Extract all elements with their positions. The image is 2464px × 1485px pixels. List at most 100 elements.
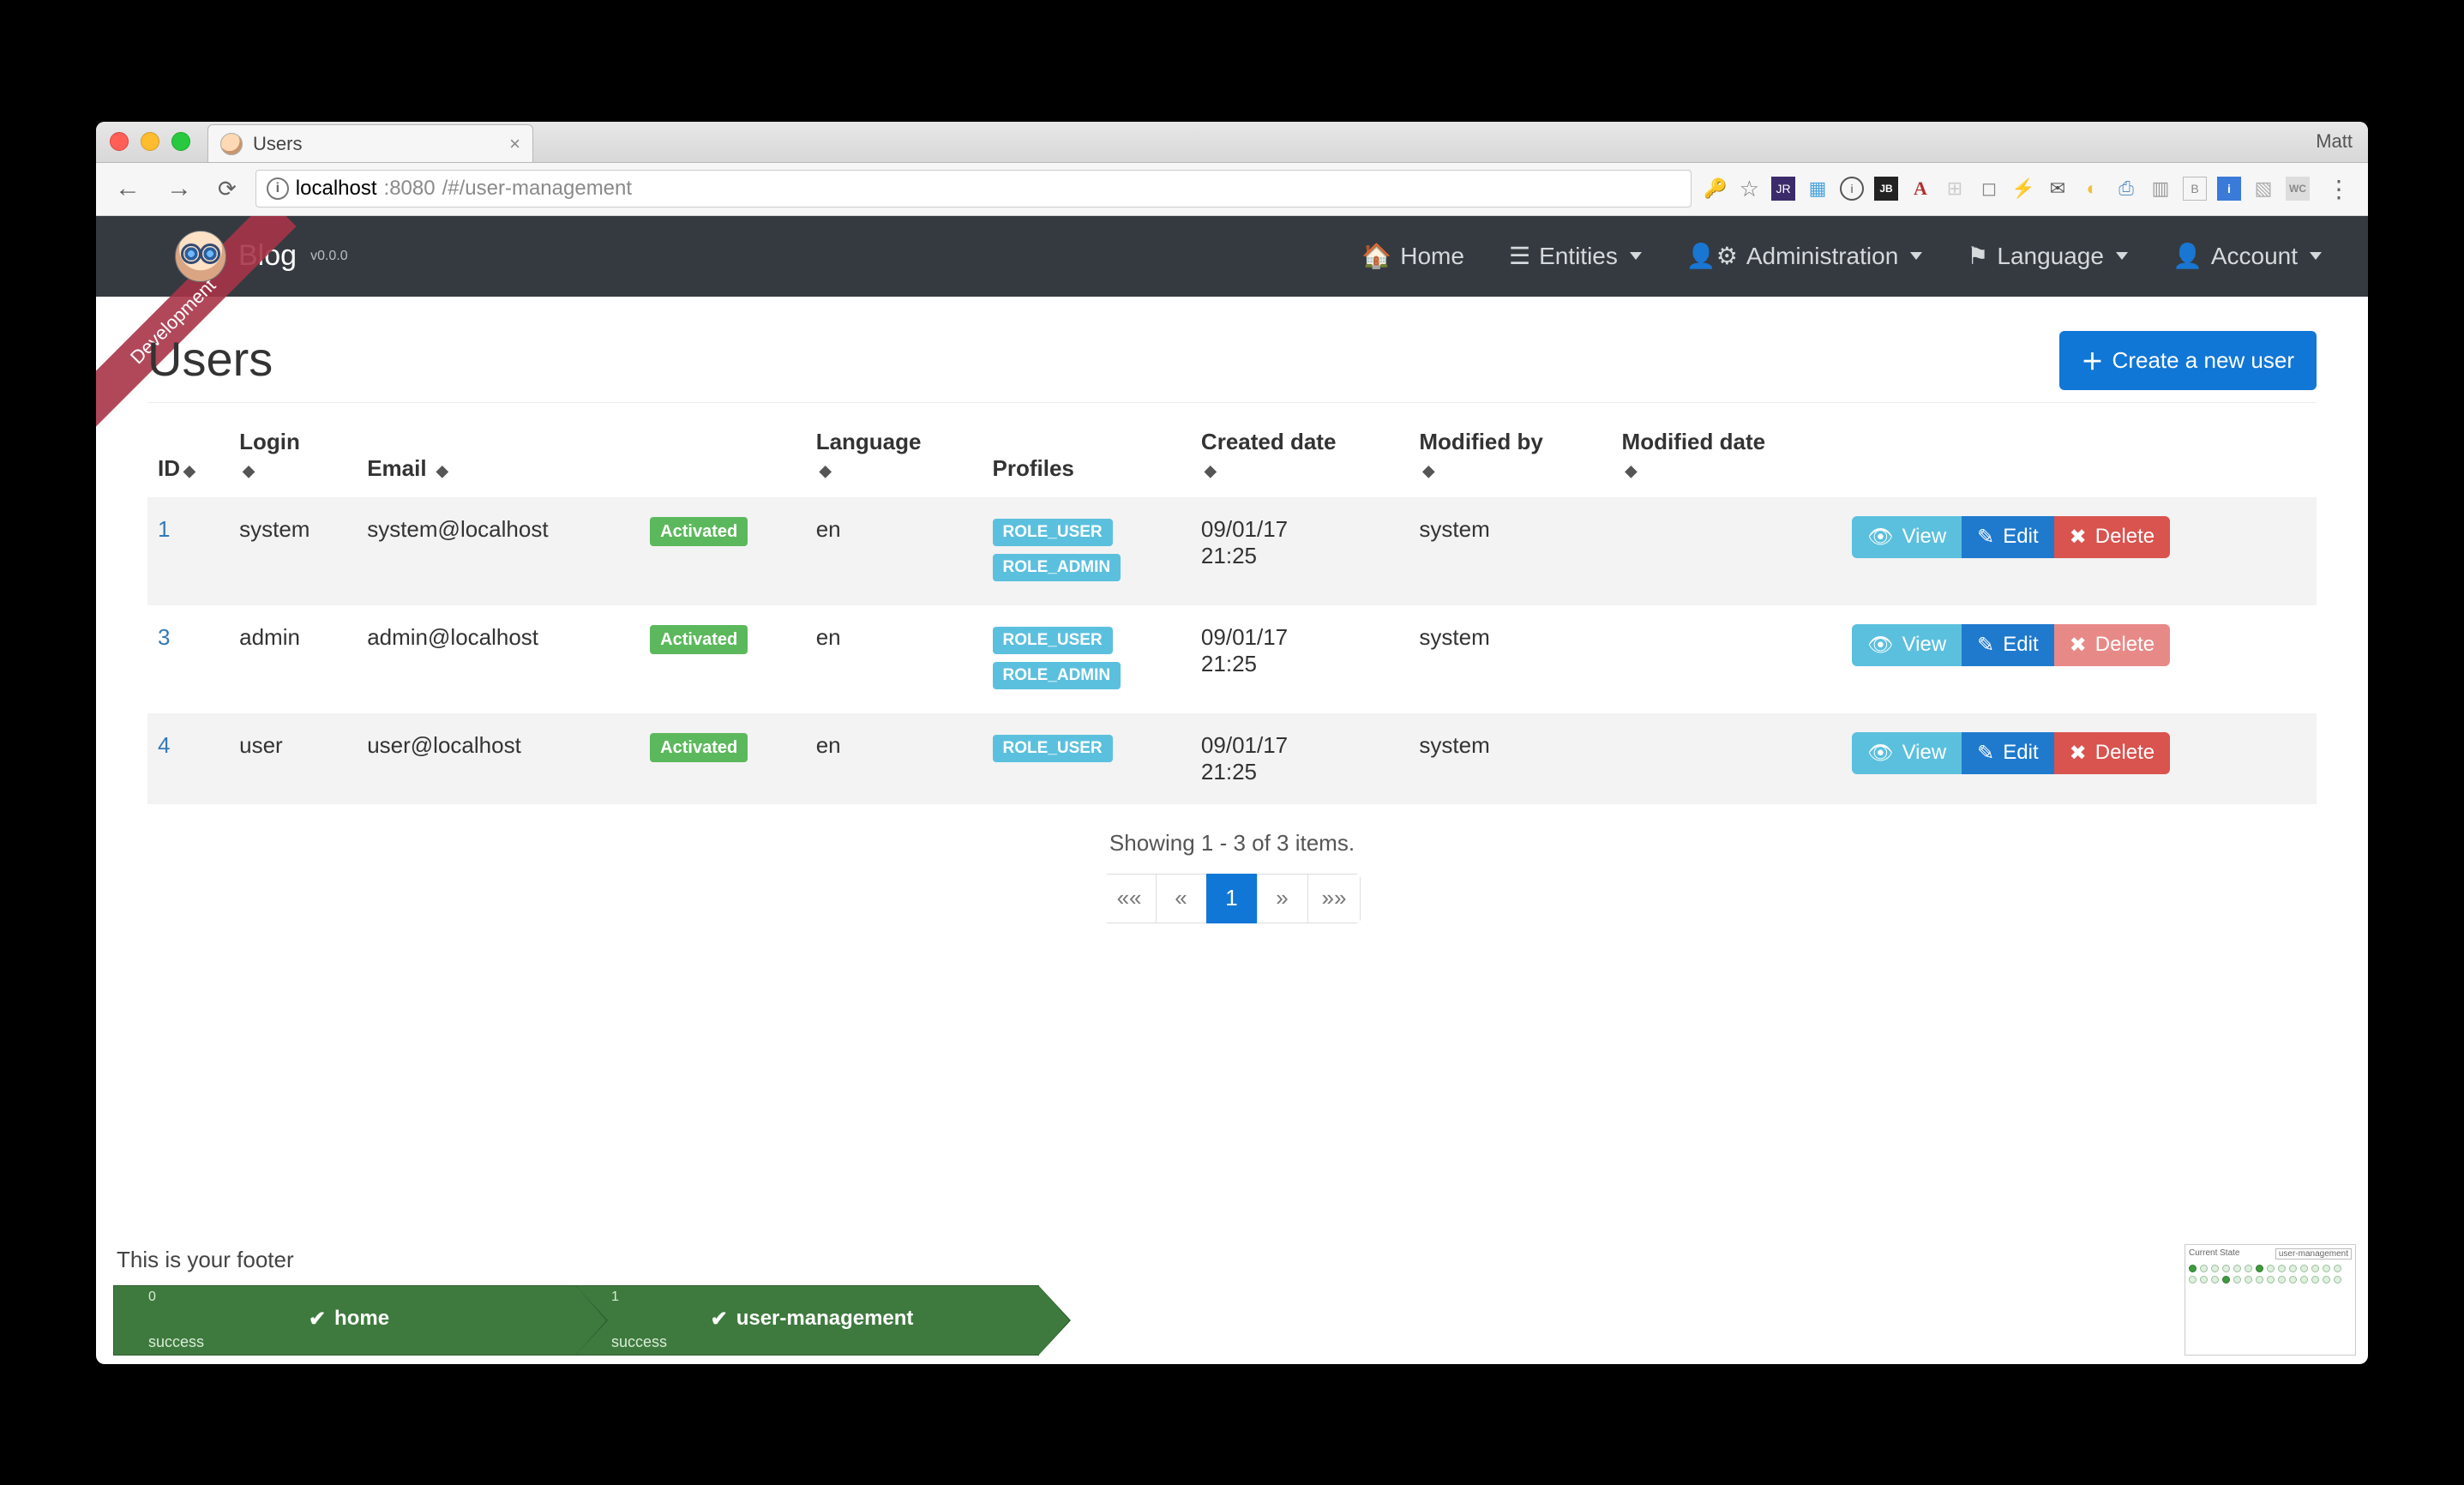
extension-icon[interactable]: ◻ [1977,177,2001,201]
edit-button[interactable]: ✎ Edit [1962,624,2053,666]
chrome-toolbar: ← → ⟳ i localhost:8080/#/user-management… [96,163,2368,216]
cell-login: admin [229,605,357,713]
nav-administration-label: Administration [1746,243,1898,270]
close-tab-button[interactable]: × [509,133,520,155]
view-button[interactable]: 👁 View [1852,732,1962,774]
brand[interactable]: Blog v0.0.0 [175,231,348,282]
bookmark-star-icon[interactable]: ☆ [1740,176,1759,202]
nav-account[interactable]: 👤 Account [2154,230,2341,282]
status-badge[interactable]: Activated [650,517,748,546]
role-badge: ROLE_USER [993,519,1113,546]
pencil-icon: ✎ [1977,633,1994,658]
address-bar[interactable]: i localhost:8080/#/user-management [255,170,1692,207]
status-badge[interactable]: Activated [650,625,748,654]
minimize-window-button[interactable] [141,132,159,151]
view-button[interactable]: 👁 View [1852,624,1962,666]
browser-tab[interactable]: Users × [207,124,533,162]
user-id-link[interactable]: 4 [158,732,170,758]
col-modified-by[interactable]: Modified by◆ [1409,417,1611,497]
sort-icon: ◆ [1626,462,1638,479]
extension-icon[interactable]: B [2183,177,2207,201]
nav-entities[interactable]: ☰ Entities [1490,230,1661,282]
extension-icon[interactable]: ⚡ [2011,177,2035,201]
breadcrumb-step[interactable]: 0 ✔ home success [113,1285,576,1356]
check-icon: ✔ [309,1307,326,1332]
sort-icon: ◆ [1422,462,1434,479]
extension-icon[interactable]: ▦ [1806,177,1830,201]
nav-administration[interactable]: 👤⚙ Administration [1668,230,1941,282]
pager: Showing 1 - 3 of 3 items. «« « 1 » »» [147,830,2317,923]
row-actions: 👁 View ✎ Edit ✖ Delete [1852,516,2306,558]
status-badge[interactable]: Activated [650,733,748,762]
maximize-window-button[interactable] [171,132,190,151]
pager-prev[interactable]: « [1156,874,1207,923]
user-id-link[interactable]: 3 [158,624,170,650]
page-header: Users ＋ Create a new user [147,331,2317,403]
create-user-button[interactable]: ＋ Create a new user [2059,331,2317,390]
forward-button[interactable]: → [159,174,199,203]
extension-icon[interactable]: i [2217,177,2241,201]
delete-button[interactable]: ✖ Delete [2054,624,2170,666]
delete-button[interactable]: ✖ Delete [2054,732,2170,774]
extension-icon[interactable]: JR [1771,177,1795,201]
col-language[interactable]: Language◆ [806,417,983,497]
state-inspector-panel[interactable]: Current State user-management [2185,1244,2356,1356]
view-button[interactable]: 👁 View [1852,516,1962,558]
close-window-button[interactable] [110,132,129,151]
col-login[interactable]: Login◆ [229,417,357,497]
chrome-menu-button[interactable]: ⋮ [2322,175,2356,203]
chrome-titlebar: Users × Matt [96,122,2368,163]
nav-entities-label: Entities [1539,243,1618,270]
nav-account-label: Account [2211,243,2298,270]
x-icon: ✖ [2070,525,2087,550]
pager-page-current[interactable]: 1 [1206,874,1258,923]
chevron-down-icon [2310,252,2322,260]
extension-icon[interactable]: ◐ [2080,177,2104,201]
pager-first[interactable]: «« [1103,874,1157,923]
reload-button[interactable]: ⟳ [211,176,243,202]
user-icon: 👤 [2173,242,2203,270]
extension-icon[interactable]: ▥ [2148,177,2173,201]
extension-icon[interactable]: WC [2286,177,2310,201]
col-id[interactable]: ID◆ [147,417,229,497]
breadcrumb-step[interactable]: 1 ✔ user-management success [576,1285,1039,1356]
extension-icon[interactable]: JB [1874,177,1898,201]
users-table: ID◆ Login◆ Email ◆ Language◆ Profiles Cr… [147,417,2317,804]
extension-icon[interactable]: ✉ [2046,177,2070,201]
nav-language-label: Language [1997,243,2104,270]
site-info-icon[interactable]: i [267,177,289,200]
delete-button[interactable]: ✖ Delete [2054,516,2170,558]
cell-email: system@localhost [357,497,640,605]
edit-button[interactable]: ✎ Edit [1962,732,2053,774]
user-id-link[interactable]: 1 [158,516,170,542]
edit-button[interactable]: ✎ Edit [1962,516,2053,558]
cell-modified-date [1612,713,1842,804]
cell-language: en [806,605,983,713]
pager-last[interactable]: »» [1307,874,1361,923]
eye-icon: 👁 [1867,633,1893,658]
extension-icon[interactable]: ⎙ [2114,177,2138,201]
sort-icon: ◆ [436,462,448,479]
cell-profiles: ROLE_USERROLE_ADMIN [983,605,1191,713]
create-user-label: Create a new user [2112,347,2294,374]
extension-icon[interactable]: ⊞ [1943,177,1967,201]
col-email[interactable]: Email ◆ [357,417,640,497]
app-navbar: Development Blog v0.0.0 🏠 Home ☰ Entitie… [96,216,2368,297]
extension-icon[interactable]: ▧ [2251,177,2275,201]
nav-language[interactable]: ⚑ Language [1948,230,2147,282]
nav-home[interactable]: 🏠 Home [1343,230,1483,282]
col-modified-date[interactable]: Modified date◆ [1612,417,1842,497]
back-button[interactable]: ← [108,174,147,203]
extension-icon[interactable]: A [1908,177,1932,201]
col-created[interactable]: Created date◆ [1191,417,1409,497]
cell-created: 09/01/1721:25 [1191,713,1409,804]
crumb-status: success [611,1333,1013,1351]
chrome-profile-name[interactable]: Matt [2316,130,2353,153]
pager-next[interactable]: » [1257,874,1308,923]
sort-icon: ◆ [183,462,195,479]
saved-password-icon[interactable]: 🔑 [1704,177,1727,200]
row-actions: 👁 View ✎ Edit ✖ Delete [1852,732,2306,774]
sort-icon: ◆ [1205,462,1217,479]
check-icon: ✔ [711,1307,728,1332]
extension-icon[interactable]: i [1840,177,1864,201]
